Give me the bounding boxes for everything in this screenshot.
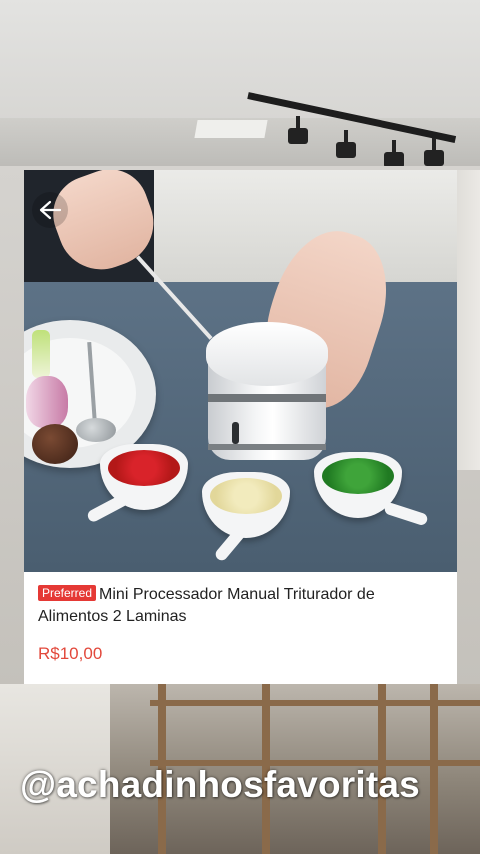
- product-price: R$10,00: [38, 644, 103, 663]
- product-title-row[interactable]: Preferred Mini Processador Manual Tritura…: [38, 584, 448, 628]
- social-handle-overlay: @achadinhosfavoritas: [20, 764, 420, 805]
- chopper-lid: [206, 322, 328, 386]
- spotlight: [336, 130, 356, 158]
- back-button[interactable]: [32, 192, 68, 228]
- ceiling: [0, 0, 480, 130]
- product-photo: [24, 170, 457, 572]
- back-arrow-icon: [39, 200, 62, 220]
- spotlight: [424, 138, 444, 166]
- ceiling-light-panel: [194, 120, 268, 138]
- shelf-board: [150, 700, 480, 706]
- scallion: [32, 330, 50, 378]
- spoon: [76, 418, 116, 442]
- preferred-badge: Preferred: [38, 585, 97, 601]
- product-card[interactable]: Preferred Mini Processador Manual Tritura…: [24, 170, 457, 684]
- spotlight: [288, 116, 308, 144]
- onion: [26, 376, 68, 428]
- shallot: [32, 424, 78, 464]
